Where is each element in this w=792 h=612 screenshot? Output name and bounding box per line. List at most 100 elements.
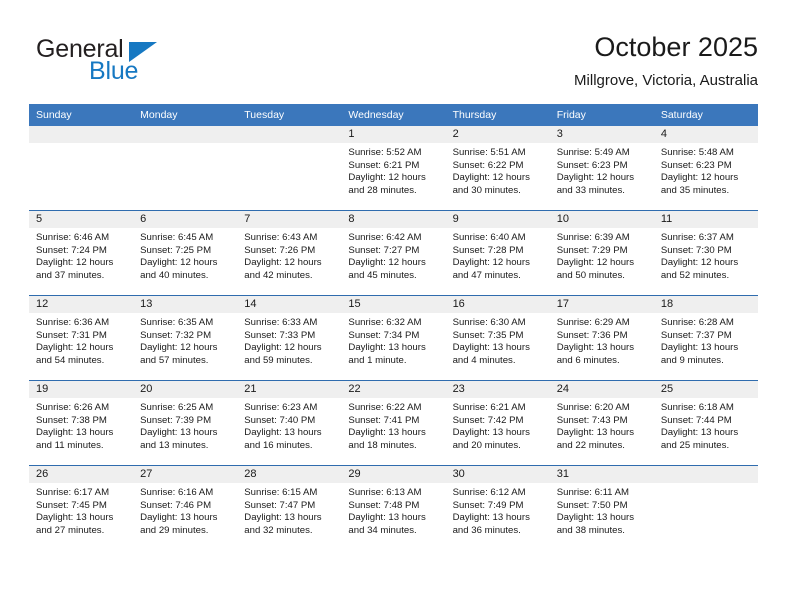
day-number: 12 — [29, 296, 134, 313]
calendar-day-cell[interactable]: 22 Sunrise: 6:22 AM Sunset: 7:41 PM Dayligh… — [341, 380, 446, 466]
day-detail-line: Sunrise: 6:37 AM — [660, 232, 734, 243]
day-detail-line: and 29 minutes. — [140, 524, 209, 536]
day-detail-line: Daylight: 13 hours — [348, 427, 426, 439]
day-detail-line: and 33 minutes. — [556, 184, 625, 196]
day-detail-line: Sunrise: 5:52 AM — [348, 147, 422, 158]
calendar-week-row: 12 Sunrise: 6:36 AM Sunset: 7:31 PM Dayligh… — [29, 295, 758, 381]
day-details: Sunrise: 6:22 AM Sunset: 7:41 PM Daylight:… — [341, 398, 445, 452]
day-detail-line: Sunrise: 6:11 AM — [556, 487, 630, 498]
weekday-header-wednesday: Wednesday — [341, 104, 446, 126]
day-detail-line: Sunset: 7:28 PM — [452, 244, 524, 256]
day-details: Sunrise: 6:43 AM Sunset: 7:26 PM Daylight:… — [237, 228, 341, 282]
day-number: 15 — [341, 296, 446, 313]
calendar-day-cell[interactable]: 31 Sunrise: 6:11 AM Sunset: 7:50 PM Dayligh… — [549, 465, 654, 550]
day-detail-line: Sunrise: 6:30 AM — [452, 317, 526, 328]
calendar-day-cell[interactable]: 20 Sunrise: 6:25 AM Sunset: 7:39 PM Dayligh… — [133, 380, 238, 466]
day-detail-line: Sunset: 7:50 PM — [556, 499, 628, 511]
calendar-day-cell[interactable]: 10 Sunrise: 6:39 AM Sunset: 7:29 PM Dayligh… — [549, 210, 654, 296]
day-details: Sunrise: 6:30 AM Sunset: 7:35 PM Daylight:… — [446, 313, 550, 367]
calendar-day-cell[interactable]: 4 Sunrise: 5:48 AM Sunset: 6:23 PM Daylight… — [653, 126, 758, 211]
day-details — [133, 143, 237, 147]
day-number: 7 — [237, 211, 342, 228]
calendar-day-cell[interactable]: 5 Sunrise: 6:46 AM Sunset: 7:24 PM Daylight… — [29, 210, 134, 296]
day-detail-line: Sunset: 7:48 PM — [348, 499, 420, 511]
calendar-day-cell[interactable]: 15 Sunrise: 6:32 AM Sunset: 7:34 PM Dayligh… — [341, 295, 446, 381]
day-detail-line: Daylight: 12 hours — [244, 342, 322, 354]
day-detail-line: Sunrise: 6:32 AM — [348, 317, 422, 328]
day-number — [237, 126, 342, 143]
day-details: Sunrise: 6:37 AM Sunset: 7:30 PM Daylight:… — [654, 228, 758, 282]
calendar-day-cell[interactable]: 2 Sunrise: 5:51 AM Sunset: 6:22 PM Daylight… — [445, 126, 550, 211]
calendar-day-cell[interactable]: 30 Sunrise: 6:12 AM Sunset: 7:49 PM Dayligh… — [445, 465, 550, 550]
day-detail-line: Daylight: 12 hours — [36, 342, 114, 354]
day-detail-line: Daylight: 12 hours — [348, 172, 426, 184]
day-number: 26 — [29, 466, 134, 483]
calendar-day-cell[interactable]: 14 Sunrise: 6:33 AM Sunset: 7:33 PM Dayligh… — [237, 295, 342, 381]
day-number: 14 — [237, 296, 342, 313]
calendar-day-cell[interactable]: 8 Sunrise: 6:42 AM Sunset: 7:27 PM Daylight… — [341, 210, 446, 296]
day-number: 1 — [341, 126, 446, 143]
day-details: Sunrise: 6:16 AM Sunset: 7:46 PM Daylight:… — [133, 483, 237, 537]
general-blue-logo[interactable]: General Blue — [36, 36, 256, 92]
calendar-day-cell[interactable]: 11 Sunrise: 6:37 AM Sunset: 7:30 PM Dayligh… — [653, 210, 758, 296]
day-details: Sunrise: 5:52 AM Sunset: 6:21 PM Daylight:… — [341, 143, 445, 197]
day-detail-line: Sunset: 6:23 PM — [556, 159, 628, 171]
day-detail-line: Sunrise: 6:42 AM — [348, 232, 422, 243]
calendar-day-cell[interactable]: 26 Sunrise: 6:17 AM Sunset: 7:45 PM Dayligh… — [29, 465, 134, 550]
day-detail-line: Daylight: 12 hours — [660, 257, 739, 269]
calendar-day-cell[interactable]: 17 Sunrise: 6:29 AM Sunset: 7:36 PM Dayligh… — [549, 295, 654, 381]
calendar-day-cell[interactable]: 16 Sunrise: 6:30 AM Sunset: 7:35 PM Dayligh… — [445, 295, 550, 381]
day-details: Sunrise: 6:46 AM Sunset: 7:24 PM Daylight:… — [29, 228, 133, 282]
calendar-day-cell[interactable]: 18 Sunrise: 6:28 AM Sunset: 7:37 PM Dayligh… — [653, 295, 758, 381]
day-detail-line: and 47 minutes. — [452, 269, 521, 281]
calendar-day-cell-empty — [29, 126, 134, 211]
day-detail-line: and 40 minutes. — [140, 269, 209, 281]
day-details: Sunrise: 5:48 AM Sunset: 6:23 PM Daylight:… — [654, 143, 758, 197]
day-detail-line: Daylight: 13 hours — [556, 427, 635, 439]
day-detail-line: and 4 minutes. — [452, 354, 516, 366]
day-details: Sunrise: 6:25 AM Sunset: 7:39 PM Daylight:… — [133, 398, 237, 452]
calendar-page: General Blue October 2025 Millgrove, Vic… — [0, 0, 792, 612]
calendar-day-cell[interactable]: 25 Sunrise: 6:18 AM Sunset: 7:44 PM Dayligh… — [653, 380, 758, 466]
calendar-day-cell[interactable]: 7 Sunrise: 6:43 AM Sunset: 7:26 PM Daylight… — [237, 210, 342, 296]
day-detail-line: Daylight: 13 hours — [660, 342, 739, 354]
calendar-day-cell[interactable]: 1 Sunrise: 5:52 AM Sunset: 6:21 PM Daylight… — [341, 126, 446, 211]
day-detail-line: and 20 minutes. — [452, 439, 521, 451]
calendar-day-cell[interactable]: 28 Sunrise: 6:15 AM Sunset: 7:47 PM Dayligh… — [237, 465, 342, 550]
calendar-day-cell[interactable]: 24 Sunrise: 6:20 AM Sunset: 7:43 PM Dayligh… — [549, 380, 654, 466]
calendar-day-cell[interactable]: 19 Sunrise: 6:26 AM Sunset: 7:38 PM Dayligh… — [29, 380, 134, 466]
day-number: 8 — [341, 211, 446, 228]
calendar-day-cell[interactable]: 29 Sunrise: 6:13 AM Sunset: 7:48 PM Dayligh… — [341, 465, 446, 550]
day-number: 3 — [549, 126, 654, 143]
calendar-body: 1 Sunrise: 5:52 AM Sunset: 6:21 PM Daylight… — [29, 126, 758, 550]
day-detail-line: and 50 minutes. — [556, 269, 625, 281]
day-detail-line: and 45 minutes. — [348, 269, 417, 281]
day-number: 4 — [653, 126, 758, 143]
day-detail-line: Daylight: 12 hours — [452, 257, 530, 269]
day-details: Sunrise: 6:29 AM Sunset: 7:36 PM Daylight:… — [550, 313, 654, 367]
day-details — [237, 143, 341, 147]
weekday-header-thursday: Thursday — [445, 104, 550, 126]
calendar-day-cell[interactable]: 21 Sunrise: 6:23 AM Sunset: 7:40 PM Dayligh… — [237, 380, 342, 466]
calendar-day-cell[interactable]: 12 Sunrise: 6:36 AM Sunset: 7:31 PM Dayligh… — [29, 295, 134, 381]
calendar-day-cell[interactable]: 3 Sunrise: 5:49 AM Sunset: 6:23 PM Daylight… — [549, 126, 654, 211]
day-number: 5 — [29, 211, 134, 228]
day-detail-line: Sunrise: 6:17 AM — [36, 487, 110, 498]
day-detail-line: and 1 minute. — [348, 354, 407, 366]
day-detail-line: Sunrise: 5:48 AM — [660, 147, 734, 158]
calendar-week-row: 26 Sunrise: 6:17 AM Sunset: 7:45 PM Dayligh… — [29, 465, 758, 550]
day-details: Sunrise: 6:39 AM Sunset: 7:29 PM Daylight:… — [550, 228, 654, 282]
day-detail-line: and 16 minutes. — [244, 439, 313, 451]
calendar-day-cell[interactable]: 13 Sunrise: 6:35 AM Sunset: 7:32 PM Dayligh… — [133, 295, 238, 381]
day-detail-line: Sunrise: 6:12 AM — [452, 487, 526, 498]
day-detail-line: Sunset: 7:46 PM — [140, 499, 212, 511]
day-detail-line: Daylight: 12 hours — [140, 257, 218, 269]
day-detail-line: Sunrise: 6:16 AM — [140, 487, 214, 498]
day-details: Sunrise: 6:20 AM Sunset: 7:43 PM Daylight:… — [550, 398, 654, 452]
calendar-day-cell[interactable]: 27 Sunrise: 6:16 AM Sunset: 7:46 PM Dayligh… — [133, 465, 238, 550]
calendar-day-cell[interactable]: 23 Sunrise: 6:21 AM Sunset: 7:42 PM Dayligh… — [445, 380, 550, 466]
calendar-day-cell[interactable]: 9 Sunrise: 6:40 AM Sunset: 7:28 PM Daylight… — [445, 210, 550, 296]
day-detail-line: Sunset: 7:33 PM — [244, 329, 316, 341]
day-detail-line: Daylight: 13 hours — [36, 512, 114, 524]
calendar-day-cell[interactable]: 6 Sunrise: 6:45 AM Sunset: 7:25 PM Daylight… — [133, 210, 238, 296]
